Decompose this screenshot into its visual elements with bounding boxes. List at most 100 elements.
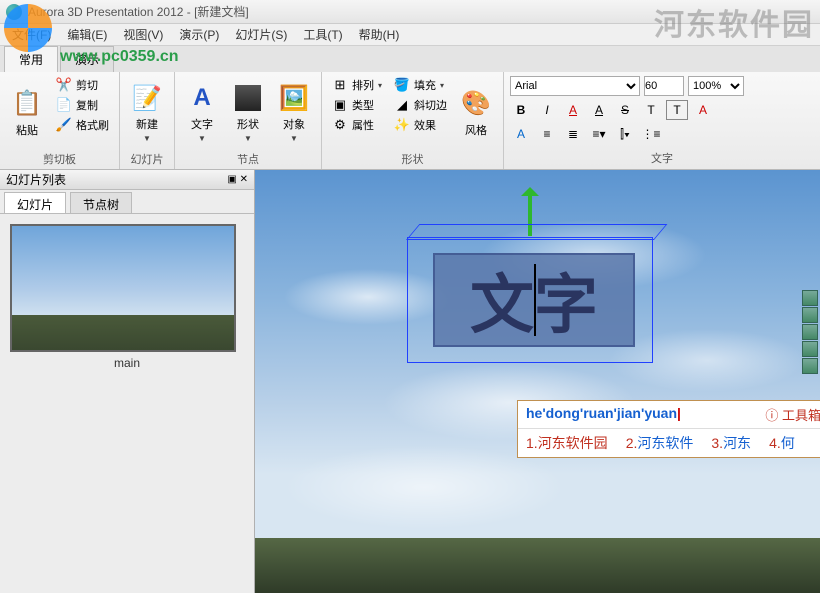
arrange-button[interactable]: ⊞排列▾ [328, 76, 386, 94]
object-node-button[interactable]: 🖼️ 对象 ▼ [273, 76, 315, 149]
text-effect-button[interactable]: T [640, 100, 662, 120]
format-painter-button[interactable]: 🖌️格式刷 [52, 116, 113, 134]
paste-button[interactable]: 📋 粘贴 [6, 76, 48, 149]
new-slide-label: 新建 [136, 116, 158, 132]
ime-input-row: he'dong'ruan'jian'yuan| ⓘ 工具箱 [518, 401, 820, 428]
text-icon: A [186, 82, 218, 114]
group-slides: 📝 新建 ▼ 幻灯片 [120, 72, 175, 169]
tab-slides[interactable]: 幻灯片 [4, 192, 66, 213]
text-node-label: 文字 [191, 116, 213, 132]
font-size-input[interactable] [644, 76, 684, 96]
tab-common[interactable]: 常用 [4, 46, 58, 72]
text-color-a-button[interactable]: A [692, 100, 714, 120]
bevel-button[interactable]: ◢斜切边 [390, 96, 451, 114]
cut-icon: ✂️ [56, 77, 72, 93]
ime-candidate-1[interactable]: 1.河东软件园 [526, 433, 608, 453]
ime-panel: he'dong'ruan'jian'yuan| ⓘ 工具箱 1.河东软件园 2.… [517, 400, 820, 458]
chevron-down-icon: ▾ [440, 81, 444, 90]
object-node-label: 对象 [283, 116, 305, 132]
ribbon: 📋 粘贴 ✂️剪切 📄复制 🖌️格式刷 剪切板 📝 新建 ▼ 幻灯片 A 文字 [0, 72, 820, 170]
new-slide-icon: 📝 [131, 82, 163, 114]
menubar: 文件(F) 编辑(E) 视图(V) 演示(P) 幻灯片(S) 工具(T) 帮助(… [0, 24, 820, 46]
type-button[interactable]: ▣类型 [328, 96, 386, 114]
slide-thumbnail-label: main [10, 356, 244, 370]
slide-list-panel: 幻灯片列表 ▣ ✕ 幻灯片 节点树 main [0, 170, 255, 593]
font-color-button[interactable]: A [562, 100, 584, 120]
cut-button[interactable]: ✂️剪切 [52, 76, 113, 94]
chevron-down-icon: ▼ [244, 134, 252, 143]
group-text-label: 文字 [510, 148, 814, 166]
menu-slides[interactable]: 幻灯片(S) [227, 26, 295, 43]
chevron-down-icon: ▼ [143, 134, 151, 143]
bold-button[interactable]: B [510, 100, 532, 120]
copy-button[interactable]: 📄复制 [52, 96, 113, 114]
style-button[interactable]: 🎨 风格 [455, 76, 497, 149]
thumb-ground [12, 315, 234, 350]
side-tool-2[interactable] [802, 307, 818, 323]
italic-button[interactable]: I [536, 100, 558, 120]
slide-thumbnail[interactable] [10, 224, 236, 352]
effect-button[interactable]: ✨效果 [390, 116, 451, 134]
fill-icon: 🪣 [394, 77, 410, 93]
text-outline-button[interactable]: T [666, 100, 688, 120]
ime-candidate-2[interactable]: 2.河东软件 [626, 433, 694, 453]
cut-label: 剪切 [76, 77, 98, 93]
property-label: 属性 [352, 117, 374, 133]
line-spacing-button[interactable]: ⫿▾ [614, 124, 636, 144]
side-tool-5[interactable] [802, 358, 818, 374]
paste-icon: 📋 [11, 88, 43, 120]
align-center-button[interactable]: ≣ [562, 124, 584, 144]
side-tool-4[interactable] [802, 341, 818, 357]
window-title: Aurora 3D Presentation 2012 - [新建文档] [28, 3, 249, 20]
align-left-button[interactable]: ≡ [536, 124, 558, 144]
font-color2-button[interactable]: A [588, 100, 610, 120]
format-painter-icon: 🖌️ [56, 117, 72, 133]
panel-controls[interactable]: ▣ ✕ [227, 174, 248, 185]
side-tool-3[interactable] [802, 324, 818, 340]
chevron-down-icon: ▼ [198, 134, 206, 143]
text-node-button[interactable]: A 文字 ▼ [181, 76, 223, 149]
group-slides-label: 幻灯片 [126, 149, 168, 167]
scene: 文字 he'dong'ruan'jian'yuan| ⓘ 工具箱 1.河东软件园 [255, 170, 820, 593]
scene-ground [255, 538, 820, 593]
bevel-icon: ◢ [394, 97, 410, 113]
arrange-icon: ⊞ [332, 77, 348, 93]
ime-candidate-4[interactable]: 4.何 [769, 433, 795, 453]
font-a-button[interactable]: A [510, 124, 532, 144]
menu-edit[interactable]: 编辑(E) [59, 26, 115, 43]
menu-tools[interactable]: 工具(T) [295, 26, 350, 43]
paste-label: 粘贴 [16, 122, 38, 138]
text3d-content[interactable]: 文字 [433, 253, 635, 347]
tab-present[interactable]: 演示 [60, 46, 114, 72]
chevron-down-icon: ▼ [290, 134, 298, 143]
strike-button[interactable]: S [614, 100, 636, 120]
menu-view[interactable]: 视图(V) [115, 26, 171, 43]
ime-toolbox[interactable]: ⓘ 工具箱 [765, 405, 820, 424]
chevron-down-icon: ▾ [378, 81, 382, 90]
shape-node-button[interactable]: 形状 ▼ [227, 76, 269, 149]
menu-present[interactable]: 演示(P) [171, 26, 227, 43]
group-shapes: ⊞排列▾ ▣类型 ⚙属性 🪣填充▾ ◢斜切边 ✨效果 🎨 风格 形状 [322, 72, 504, 169]
slide-list-tabs: 幻灯片 节点树 [0, 190, 254, 214]
group-clipboard-label: 剪切板 [6, 149, 113, 167]
selected-text-object[interactable]: 文字 [415, 245, 645, 355]
tab-node-tree[interactable]: 节点树 [70, 192, 132, 213]
zoom-select[interactable]: 100% [688, 76, 744, 96]
property-button[interactable]: ⚙属性 [328, 116, 386, 134]
new-slide-button[interactable]: 📝 新建 ▼ [126, 76, 168, 149]
ime-candidate-3[interactable]: 3.河东 [711, 433, 751, 453]
side-tool-1[interactable] [802, 290, 818, 306]
group-nodes: A 文字 ▼ 形状 ▼ 🖼️ 对象 ▼ 节点 [175, 72, 322, 169]
fill-button[interactable]: 🪣填充▾ [390, 76, 451, 94]
menu-help[interactable]: 帮助(H) [351, 26, 408, 43]
text-cursor [534, 264, 536, 336]
property-icon: ⚙ [332, 117, 348, 133]
list-button[interactable]: ⋮≡ [640, 124, 662, 144]
copy-icon: 📄 [56, 97, 72, 113]
align-dropdown[interactable]: ≡▾ [588, 124, 610, 144]
style-icon: 🎨 [460, 88, 492, 120]
group-nodes-label: 节点 [181, 149, 315, 167]
menu-file[interactable]: 文件(F) [4, 26, 59, 43]
canvas-3d-view[interactable]: 文字 he'dong'ruan'jian'yuan| ⓘ 工具箱 1.河东软件园 [255, 170, 820, 593]
font-family-select[interactable]: Arial [510, 76, 640, 96]
